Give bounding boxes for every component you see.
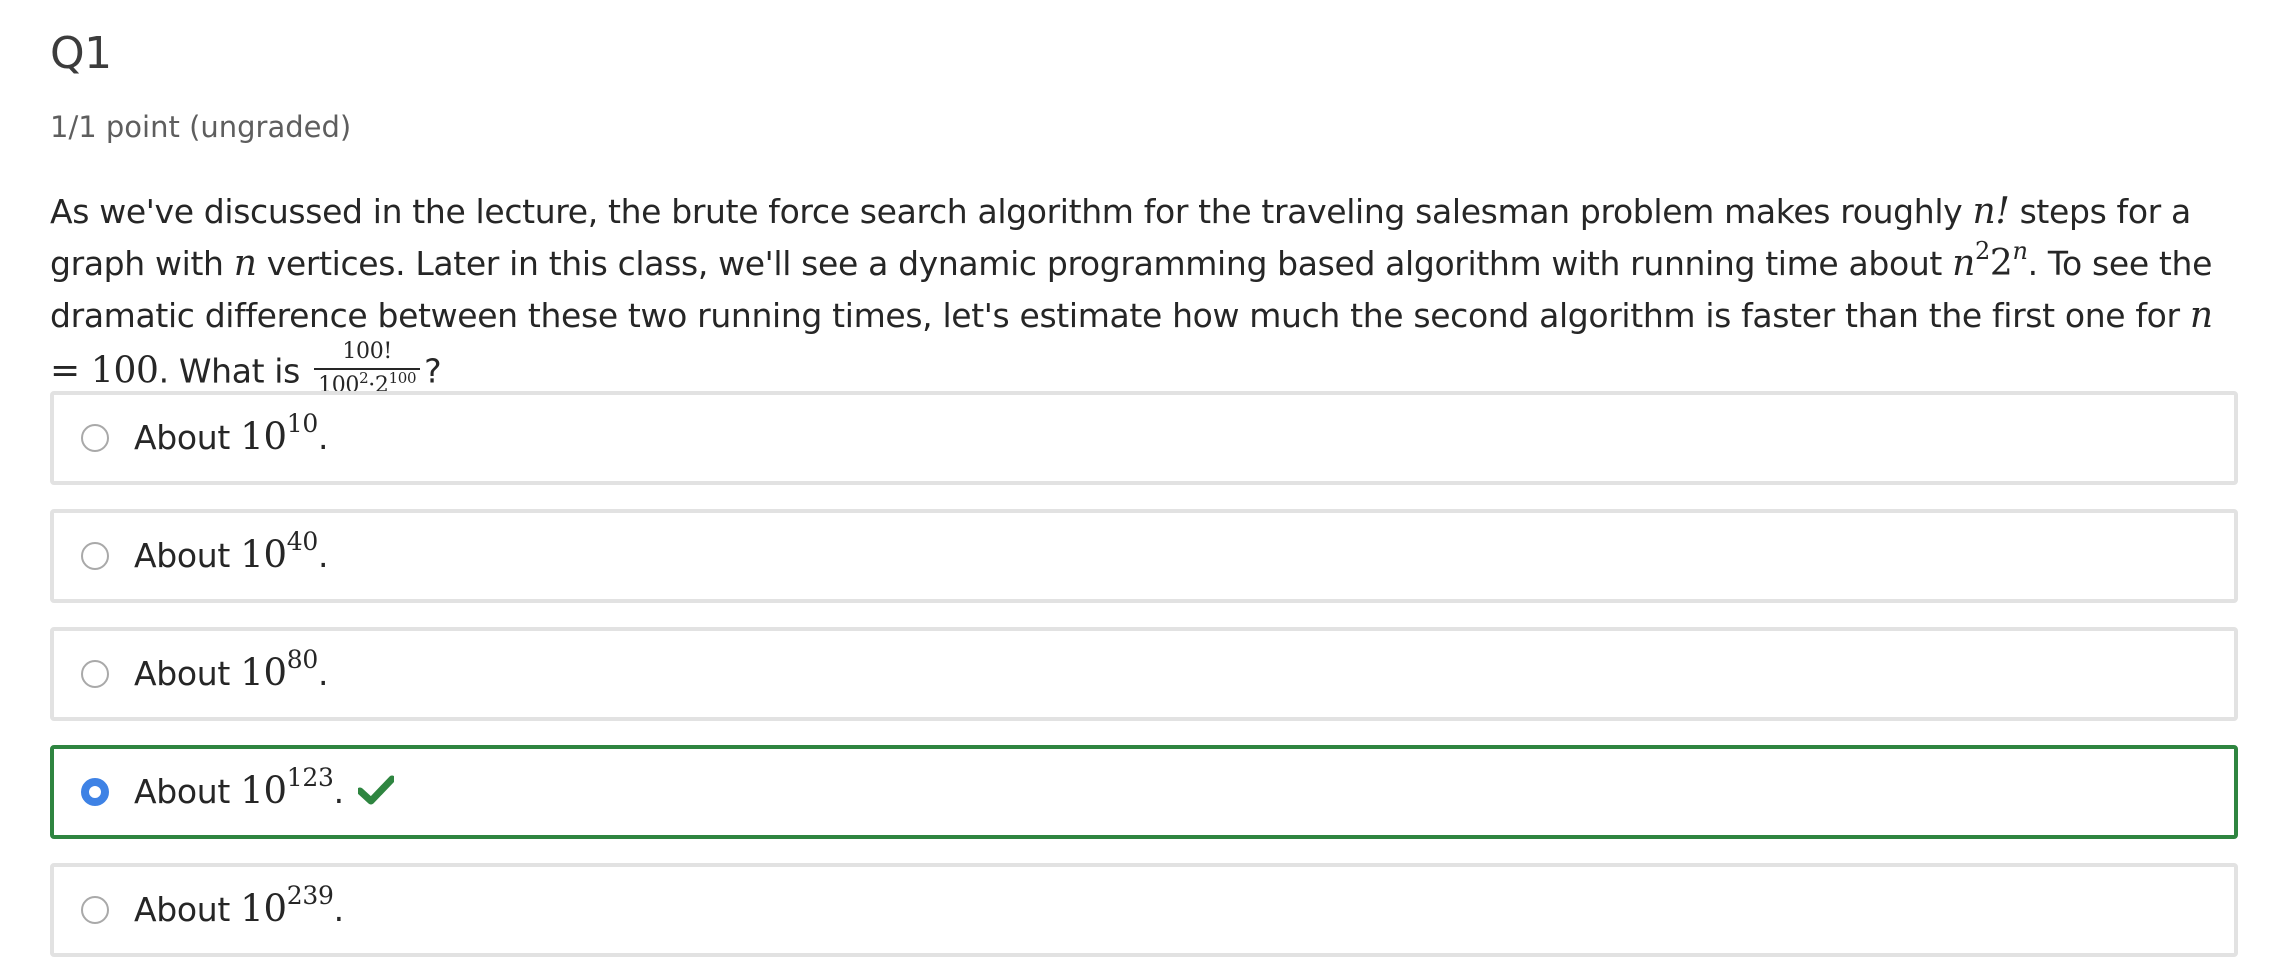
stem-text: vertices. Later in this class, we'll see… <box>256 244 1953 283</box>
option-prefix: About <box>134 772 241 811</box>
denominator-exponent: 100 <box>388 369 417 387</box>
stem-text: As we've discussed in the lecture, the b… <box>50 192 1973 231</box>
math-n: n <box>2189 295 2213 336</box>
option-suffix: . <box>317 418 329 457</box>
answer-option[interactable]: About 1040. <box>50 509 2238 603</box>
question-stem: As we've discussed in the lecture, the b… <box>50 186 2240 404</box>
option-suffix: . <box>317 654 329 693</box>
math-n: n <box>233 243 257 284</box>
points-status: 1/1 point (ungraded) <box>50 110 352 144</box>
radio-button[interactable] <box>81 660 109 688</box>
checkmark-icon <box>357 775 394 804</box>
answer-option-correct[interactable]: About 10123. <box>50 745 2238 839</box>
math-exponent: 2 <box>1974 237 1990 265</box>
option-label[interactable]: About 10239. <box>134 883 345 930</box>
math-exponent: n <box>2012 237 2028 265</box>
question-title: Q1 <box>50 28 112 79</box>
option-suffix: . <box>317 536 329 575</box>
option-exponent: 10 <box>286 409 319 438</box>
option-base: 10 <box>240 651 287 694</box>
option-base: 10 <box>240 887 287 930</box>
denominator-exponent: 2 <box>359 369 369 387</box>
option-exponent: 40 <box>286 527 319 556</box>
option-suffix: . <box>333 890 345 929</box>
option-base: 10 <box>240 415 287 458</box>
math-n: n <box>1952 243 1975 284</box>
option-label[interactable]: About 1040. <box>134 529 329 576</box>
option-label[interactable]: About 1080. <box>134 647 329 694</box>
math-equals-100: = 100 <box>50 350 159 392</box>
option-exponent: 80 <box>286 645 319 674</box>
math-two: 2 <box>1989 243 2013 284</box>
option-prefix: About <box>134 536 241 575</box>
radio-button-selected[interactable] <box>81 778 109 806</box>
stem-text: ? <box>424 351 442 391</box>
option-label[interactable]: About 10123. <box>134 765 394 812</box>
option-base: 10 <box>240 533 287 576</box>
radio-button[interactable] <box>81 424 109 452</box>
radio-button[interactable] <box>81 542 109 570</box>
option-label[interactable]: About 1010. <box>134 411 329 458</box>
math-n-factorial: n! <box>1972 191 2010 232</box>
option-exponent: 239 <box>286 881 334 910</box>
answer-option[interactable]: About 1010. <box>50 391 2238 485</box>
stem-text: . What is <box>158 351 311 391</box>
radio-button[interactable] <box>81 896 109 924</box>
answer-option[interactable]: About 10239. <box>50 863 2238 957</box>
option-prefix: About <box>134 890 241 929</box>
option-exponent: 123 <box>286 763 334 792</box>
option-suffix: . <box>333 772 345 811</box>
answer-option[interactable]: About 1080. <box>50 627 2238 721</box>
fraction-numerator: 100! <box>314 338 421 370</box>
option-prefix: About <box>134 654 241 693</box>
option-base: 10 <box>240 769 287 812</box>
option-prefix: About <box>134 418 241 457</box>
